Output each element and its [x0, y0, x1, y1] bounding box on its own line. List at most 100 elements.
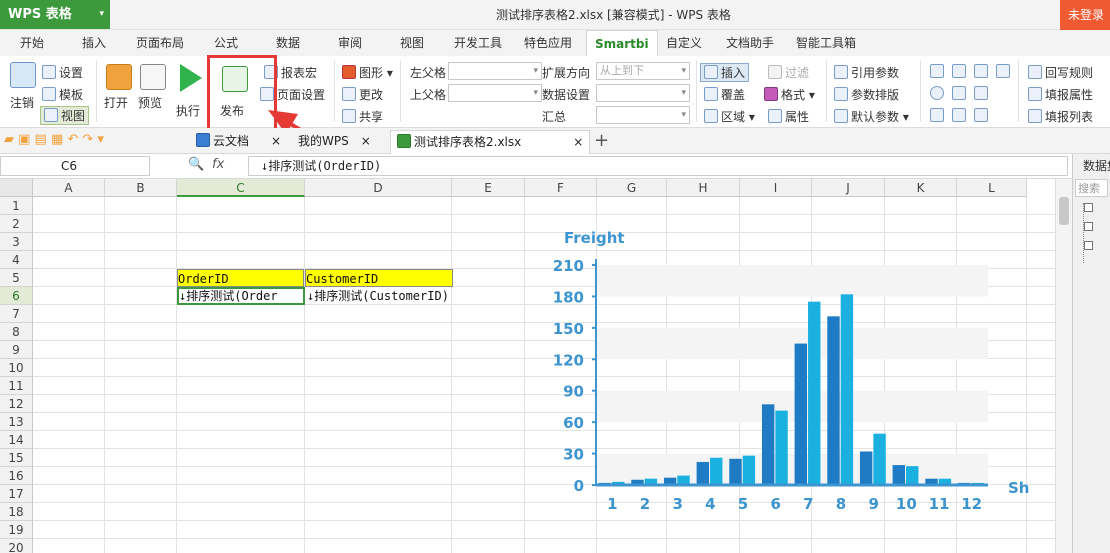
- row-header-18[interactable]: 18: [0, 503, 33, 521]
- column-header-h[interactable]: H: [667, 179, 740, 197]
- tree-expand-icon[interactable]: [1084, 241, 1093, 250]
- y-tick-label: 0: [574, 477, 584, 495]
- row-header-20[interactable]: 20: [0, 539, 33, 553]
- row-header-16[interactable]: 16: [0, 467, 33, 485]
- bar-5-s1: [729, 458, 742, 485]
- x-tick-label: 6: [770, 495, 780, 513]
- row-header-1[interactable]: 1: [0, 197, 33, 215]
- name-box[interactable]: C6: [0, 156, 150, 176]
- row-header-11[interactable]: 11: [0, 377, 33, 395]
- column-header-e[interactable]: E: [452, 179, 525, 197]
- formula-input[interactable]: ↓排序测试(OrderID): [248, 156, 1068, 176]
- column-header-j[interactable]: J: [812, 179, 885, 197]
- column-header-d[interactable]: D: [305, 179, 452, 197]
- formula-bar: C6 🔍 fx ↓排序测试(OrderID): [0, 154, 1110, 179]
- row-header-7[interactable]: 7: [0, 305, 33, 323]
- y-tick-label: 180: [553, 288, 584, 306]
- x-tick-label: 1: [607, 495, 617, 513]
- vertical-scrollbar[interactable]: [1055, 179, 1072, 553]
- cell-c6-selected[interactable]: ↓排序测试(Order: [177, 287, 305, 305]
- x-tick-label: 2: [640, 495, 650, 513]
- column-header-k[interactable]: K: [885, 179, 957, 197]
- row-header-6[interactable]: 6: [0, 287, 33, 305]
- bar-7-s1: [794, 343, 808, 485]
- column-header-g[interactable]: G: [597, 179, 667, 197]
- my-wps-label: 我的WPS: [298, 134, 349, 148]
- grid-band: [596, 265, 988, 297]
- tab-my-wps[interactable]: 我的WPS ×: [292, 130, 377, 154]
- row-header-17[interactable]: 17: [0, 485, 33, 503]
- x-tick-label: 3: [672, 495, 682, 513]
- bar-5-s2: [742, 455, 756, 485]
- bar-9-s1: [859, 451, 873, 485]
- x-tick-label: 10: [896, 495, 917, 513]
- side-panel-search[interactable]: 搜索: [1075, 179, 1108, 197]
- fx-button[interactable]: fx: [212, 157, 224, 172]
- grid-column-line: [304, 197, 305, 553]
- y-tick-label: 210: [553, 257, 584, 275]
- grid-row-line: [33, 214, 1072, 215]
- row-header-10[interactable]: 10: [0, 359, 33, 377]
- row-header-3[interactable]: 3: [0, 233, 33, 251]
- column-header-i[interactable]: I: [740, 179, 812, 197]
- column-header-l[interactable]: L: [957, 179, 1027, 197]
- select-all-corner[interactable]: [0, 179, 33, 197]
- scroll-thumb[interactable]: [1059, 197, 1069, 225]
- y-tick-label: 120: [553, 351, 584, 369]
- column-header-c[interactable]: C: [177, 179, 305, 197]
- column-header-b[interactable]: B: [105, 179, 177, 197]
- x-tick-label: 4: [705, 495, 715, 513]
- grid-column-line: [451, 197, 452, 553]
- x-tick-label: 5: [738, 495, 748, 513]
- row-header-19[interactable]: 19: [0, 521, 33, 539]
- spreadsheet-icon: [397, 134, 411, 148]
- close-icon[interactable]: ×: [271, 134, 281, 148]
- bar-8-s2: [840, 294, 854, 485]
- document-tab-bar: ▰ ▣ ▤ ▦ ↶ ↷ ▾ 云文档 × 我的WPS × 测试排序表格2.xlsx × …: [0, 128, 1110, 154]
- bar-6-s2: [775, 410, 788, 485]
- row-header-15[interactable]: 15: [0, 449, 33, 467]
- close-icon[interactable]: ×: [573, 135, 583, 149]
- new-tab-button[interactable]: +: [594, 130, 609, 151]
- quick-access-toolbar[interactable]: ▰ ▣ ▤ ▦ ↶ ↷ ▾: [4, 132, 104, 147]
- x-tick-label: 9: [868, 495, 878, 513]
- close-icon[interactable]: ×: [361, 134, 371, 148]
- x-tick-label: 12: [961, 495, 982, 513]
- side-panel-title: 数据集: [1083, 159, 1110, 173]
- bar-7-s2: [808, 301, 821, 485]
- cell-d6[interactable]: ↓排序测试(CustomerID): [307, 287, 507, 305]
- cloud-icon: [196, 133, 210, 147]
- cell-d5[interactable]: CustomerID: [305, 269, 453, 287]
- row-header-14[interactable]: 14: [0, 431, 33, 449]
- y-tick-label: 30: [563, 446, 584, 464]
- bar-4-s1: [696, 461, 710, 485]
- y-tick-label: 90: [563, 383, 584, 401]
- tree-view[interactable]: [1083, 203, 1095, 263]
- tab-cloud-docs[interactable]: 云文档 ×: [190, 130, 287, 154]
- bar-8-s1: [827, 316, 840, 485]
- freight-bar-chart[interactable]: Freight Sh 03060901201501802101 2 3 4 5 6 7 8 9 1…: [540, 223, 1040, 523]
- row-header-13[interactable]: 13: [0, 413, 33, 431]
- x-axis-label: Sh: [1008, 479, 1029, 497]
- column-header-f[interactable]: F: [525, 179, 597, 197]
- cell-c5[interactable]: OrderID: [177, 269, 304, 287]
- x-tick-label: 7: [803, 495, 813, 513]
- tab-current-file[interactable]: 测试排序表格2.xlsx ×: [390, 130, 591, 154]
- row-header-12[interactable]: 12: [0, 395, 33, 413]
- grid-column-line: [104, 197, 105, 553]
- row-header-5[interactable]: 5: [0, 269, 33, 287]
- row-header-9[interactable]: 9: [0, 341, 33, 359]
- spreadsheet-grid[interactable]: ABCDEFGHIJKL 1 2 3 4 5 6 7 8 9 10 11 12 13 14 15 16 17 18…: [0, 179, 1072, 553]
- grid-column-line: [524, 197, 525, 553]
- x-tick-label: 11: [929, 495, 950, 513]
- tree-expand-icon[interactable]: [1084, 203, 1093, 212]
- bar-6-s1: [761, 404, 775, 485]
- row-header-4[interactable]: 4: [0, 251, 33, 269]
- row-header-8[interactable]: 8: [0, 323, 33, 341]
- row-header-2[interactable]: 2: [0, 215, 33, 233]
- bar-10-s2: [906, 466, 919, 485]
- zoom-icon[interactable]: 🔍: [188, 157, 204, 172]
- dataset-side-panel: 数据集 搜索: [1072, 154, 1110, 553]
- column-header-a[interactable]: A: [33, 179, 105, 197]
- tree-expand-icon[interactable]: [1084, 222, 1093, 231]
